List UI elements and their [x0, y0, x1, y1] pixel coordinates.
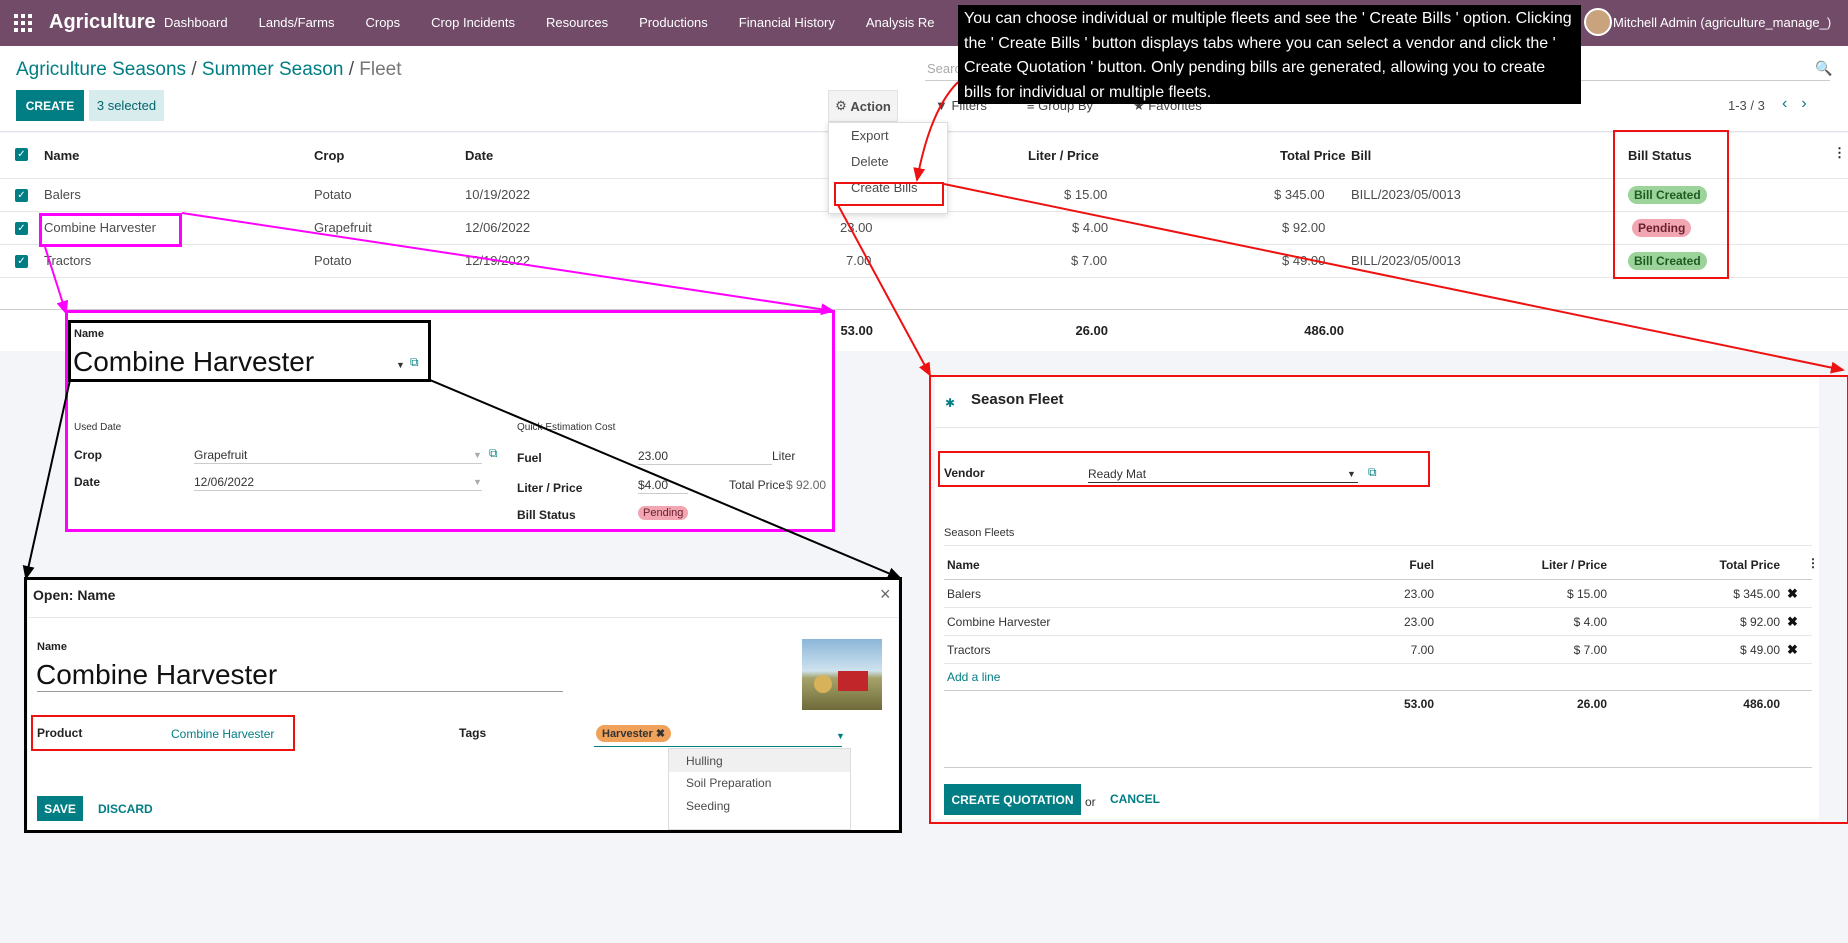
- arrow-name-to-dialog-right: [429, 379, 902, 579]
- arrow-combine-to-form-left: [44, 246, 69, 315]
- arrow-combine-to-form-right: [181, 212, 835, 316]
- arrow-tooltip-to-create-bills: [913, 81, 959, 182]
- arrow-create-bills-to-dialog: [837, 204, 931, 377]
- arrow-name-to-dialog-left: [22, 379, 71, 580]
- callout-arrows: [22, 81, 1845, 580]
- arrow-create-bills-to-status: [943, 183, 1845, 374]
